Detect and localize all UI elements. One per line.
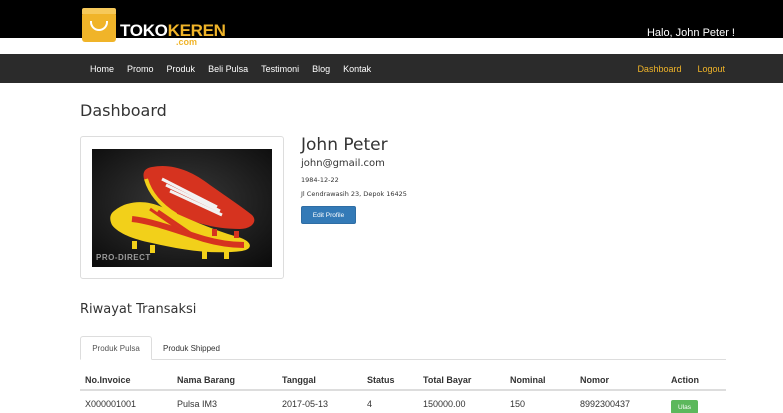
nav-dashboard[interactable]: Dashboard [637, 64, 681, 74]
nav-logout[interactable]: Logout [697, 64, 725, 74]
user-greeting: Halo, John Peter ! [646, 27, 735, 39]
nav-menu: Home Promo Produk Beli Pulsa Testimoni B… [90, 54, 384, 83]
transaction-tabs: Produk Pulsa Produk Shipped [80, 336, 726, 360]
status-cell: 4 [367, 399, 373, 409]
image-watermark: PRO-DIRECT [96, 253, 151, 262]
column-header: Action [671, 375, 699, 385]
item-name-cell: Pulsa IM3 [177, 399, 218, 409]
profile-address: Jl Cendrawasih 23, Depok 16425 [301, 190, 407, 198]
profile-birthdate: 1984-12-22 [301, 176, 339, 184]
nav-home[interactable]: Home [90, 64, 114, 74]
nav-user-menu: Dashboard Logout [621, 54, 725, 83]
page-title: Dashboard [80, 101, 167, 120]
column-header: Nomor [580, 375, 609, 385]
logo-smile [90, 21, 108, 31]
nominal-cell: 150 [510, 399, 526, 409]
nav-beli-pulsa[interactable]: Beli Pulsa [208, 64, 248, 74]
column-header: Nama Barang [177, 375, 236, 385]
logo-wordmark[interactable]: TOKOKEREN [120, 21, 226, 41]
logo-bag-icon[interactable] [82, 8, 116, 42]
review-button[interactable]: Ulas [671, 400, 698, 413]
column-header: Status [367, 375, 395, 385]
column-header: Total Bayar [423, 375, 472, 385]
profile-image-frame: PRO-DIRECT [80, 136, 284, 279]
total-cell: 150000.00 [423, 399, 466, 409]
date-cell: 2017-05-13 [282, 399, 329, 409]
column-header: Tanggal [282, 375, 316, 385]
tab-produk-pulsa[interactable]: Produk Pulsa [80, 336, 152, 360]
nav-kontak[interactable]: Kontak [343, 64, 371, 74]
column-header: Nominal [510, 375, 546, 385]
profile-image: PRO-DIRECT [92, 149, 272, 267]
logo-suffix: .com [176, 37, 198, 47]
table-header-row: No.Invoice Nama Barang Tanggal Status To… [80, 369, 726, 391]
profile-email: john@gmail.com [301, 158, 385, 169]
nav-blog[interactable]: Blog [312, 64, 330, 74]
nav-produk[interactable]: Produk [167, 64, 196, 74]
number-cell: 8992300437 [580, 399, 631, 409]
tab-produk-shipped[interactable]: Produk Shipped [153, 336, 230, 360]
edit-profile-button[interactable]: Edit Profile [301, 206, 356, 224]
main-navbar: Home Promo Produk Beli Pulsa Testimoni B… [0, 54, 783, 83]
invoice-cell: X000001001 [85, 399, 137, 409]
logo-bag-lid [82, 8, 116, 14]
profile-name: John Peter [301, 135, 388, 155]
football-boots-image [92, 149, 272, 267]
action-cell: Ulas [671, 393, 698, 413]
table-row: X000001001 Pulsa IM3 2017-05-13 4 150000… [80, 393, 726, 413]
nav-testimoni[interactable]: Testimoni [261, 64, 299, 74]
nav-promo[interactable]: Promo [127, 64, 154, 74]
transaction-history-title: Riwayat Transaksi [80, 302, 197, 317]
logo-text-toko: TOKO [120, 21, 168, 40]
column-header: No.Invoice [85, 375, 131, 385]
